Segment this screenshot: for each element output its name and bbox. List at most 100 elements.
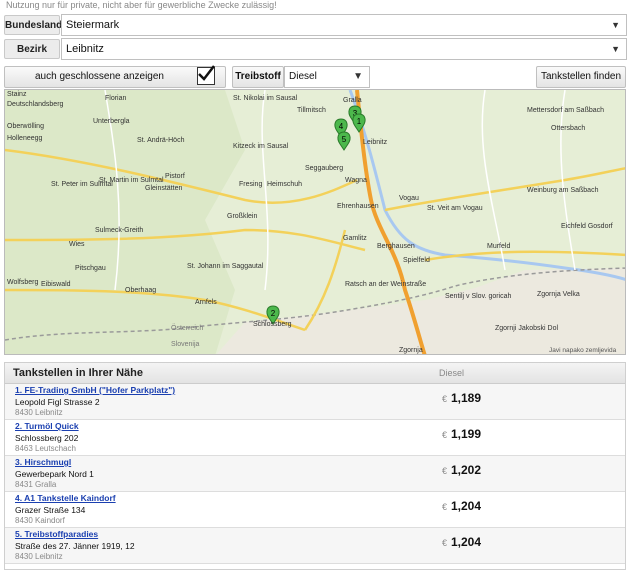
svg-text:1: 1	[357, 117, 362, 126]
map-label: Sentilj v Slov. goricah	[445, 293, 512, 300]
bundesland-label: Bundesland	[4, 15, 62, 35]
map-label: Wagna	[345, 177, 367, 184]
map-label: St. Nikolai im Sausal	[233, 95, 298, 102]
currency-symbol: €	[442, 538, 448, 548]
map-label: Unterbergla	[93, 118, 130, 125]
currency-symbol: €	[442, 430, 448, 440]
currency-symbol: €	[442, 466, 448, 476]
currency-symbol: €	[442, 502, 448, 512]
results-column-diesel: Diesel	[439, 368, 465, 378]
results-panel: Tankstellen in Ihrer Nähe Diesel 1. FE-T…	[4, 362, 626, 570]
station-street: Leopold Figl Strasse 2	[15, 397, 100, 407]
results-title: Tankstellen in Ihrer Nähe	[13, 367, 144, 379]
station-city: 8430 Leibnitz	[15, 552, 63, 561]
map-label: Murfeld	[487, 243, 510, 250]
station-price: 1,199	[451, 427, 482, 441]
results-header: Tankstellen in Ihrer Nähe Diesel	[5, 363, 625, 384]
station-street: Schlossberg 202	[15, 433, 79, 443]
currency-symbol: €	[442, 394, 448, 404]
map-label: Großklein	[227, 213, 257, 220]
table-row: 3. Hirschmugl Gewerbepark Nord 1 8431 Gral…	[5, 456, 625, 492]
map-label: Sulmeck-Greith	[95, 227, 143, 234]
station-street: Straße des 27. Jänner 1919, 12	[15, 541, 135, 551]
bundesland-value: Steiermark	[66, 19, 120, 31]
map-label: Wies	[69, 241, 85, 248]
map-label: Eichfeld Gosdorf	[561, 223, 613, 230]
station-city: 8431 Gralla	[15, 480, 57, 489]
map-label: Kitzeck im Sausal	[233, 143, 289, 150]
map-label: Seggauberg	[305, 165, 343, 172]
station-name-link[interactable]: 2. Turmöl Quick	[15, 421, 79, 431]
svg-text:4: 4	[339, 122, 344, 131]
svg-text:5: 5	[342, 135, 347, 144]
map-label: Ratsch an der Weinstraße	[345, 281, 426, 288]
map-label: Heimschuh	[267, 181, 302, 188]
map-label: Pistorf	[165, 173, 185, 180]
bezirk-label: Bezirk	[4, 39, 60, 59]
map[interactable]: 3 1 4 5 2 Stainz Florian Deutschlandsber…	[4, 89, 626, 355]
map-label: Arnfels	[195, 299, 217, 306]
bezirk-value: Leibnitz	[66, 43, 104, 55]
station-price: 1,189	[451, 391, 482, 405]
map-label: Österreich	[171, 324, 203, 332]
map-label: Oberwölling	[7, 123, 44, 130]
map-label: St. Johann im Saggautal	[187, 263, 264, 270]
map-label: Mettersdorf am Saßbach	[527, 107, 604, 114]
table-row: 5. Treibstoffparadies Straße des 27. Jänn…	[5, 528, 625, 564]
station-city: 8430 Kaindorf	[15, 516, 65, 525]
map-label: Zgornji Jakobski Dol	[495, 325, 558, 332]
map-label: Deutschlandsberg	[7, 101, 64, 108]
svg-text:2: 2	[271, 309, 276, 318]
map-label: Slovenija	[171, 341, 200, 348]
map-label: St. Veit am Vogau	[427, 205, 483, 212]
station-street: Grazer Straße 134	[15, 505, 86, 515]
bundesland-select[interactable]: Steiermark ▼	[61, 14, 627, 36]
find-stations-button[interactable]: Tankstellen finden	[536, 66, 626, 88]
station-name-link[interactable]: 5. Treibstoffparadies	[15, 529, 98, 539]
show-closed-toggle[interactable]: auch geschlossene anzeigen	[4, 65, 226, 88]
map-label: Gralla	[343, 97, 362, 104]
fuel-type-label: Treibstoff	[232, 66, 284, 88]
map-label: St. Martin im Sulmtal	[99, 177, 164, 184]
usage-notice: Nutzung nur für private, nicht aber für …	[6, 0, 277, 10]
map-label: Pitschgau	[75, 265, 106, 272]
map-label: Schlossberg	[253, 321, 292, 328]
map-label: Gamlitz	[343, 235, 367, 242]
station-street: Gewerbepark Nord 1	[15, 469, 94, 479]
station-name-link[interactable]: 1. FE-Trading GmbH ("Hofer Parkplatz")	[15, 385, 175, 395]
map-label: Wolfsberg	[7, 279, 38, 286]
chevron-down-icon: ▼	[611, 20, 620, 30]
bezirk-select[interactable]: Leibnitz ▼	[61, 38, 627, 60]
map-label: Stainz	[7, 91, 27, 98]
map-label: Ottersbach	[551, 125, 585, 132]
map-canvas: 3 1 4 5 2 Stainz Florian Deutschlandsber…	[5, 90, 625, 354]
table-row: 1. FE-Trading GmbH ("Hofer Parkplatz") Le…	[5, 384, 625, 420]
show-closed-label: auch geschlossene anzeigen	[35, 71, 164, 82]
station-city: 8430 Leibnitz	[15, 408, 63, 417]
station-name-link[interactable]: 4. A1 Tankstelle Kaindorf	[15, 493, 116, 503]
map-attribution: Javi napako zemljevida	[549, 347, 617, 354]
station-name-link[interactable]: 3. Hirschmugl	[15, 457, 71, 467]
map-label: Ehrenhausen	[337, 203, 379, 210]
map-label: Leibnitz	[363, 139, 388, 146]
station-city: 8463 Leutschach	[15, 444, 76, 453]
table-row: 4. A1 Tankstelle Kaindorf Grazer Straße 1…	[5, 492, 625, 528]
map-label: Weinburg am Saßbach	[527, 187, 599, 194]
map-label: Spielfeld	[403, 257, 430, 264]
station-price: 1,204	[451, 535, 482, 549]
map-label: Fresing	[239, 181, 262, 188]
map-label: Zgornja	[399, 347, 423, 354]
map-label: Oberhaag	[125, 287, 156, 294]
checkbox-checked-icon[interactable]	[197, 65, 215, 85]
chevron-down-icon: ▼	[611, 44, 620, 54]
table-row: 2. Turmöl Quick Schlossberg 202 8463 Leuts…	[5, 420, 625, 456]
fuel-type-select[interactable]: Diesel ▼	[284, 66, 370, 88]
map-label: Zgornja Velka	[537, 291, 580, 298]
map-label: Gleinstätten	[145, 185, 182, 192]
map-label: Holleneegg	[7, 135, 43, 142]
map-label: St. Andrä-Höch	[137, 137, 185, 144]
map-label: Vogau	[399, 195, 419, 202]
fuel-type-value: Diesel	[289, 71, 317, 82]
map-label: Florian	[105, 95, 127, 102]
map-label: Tillmitsch	[297, 107, 326, 114]
